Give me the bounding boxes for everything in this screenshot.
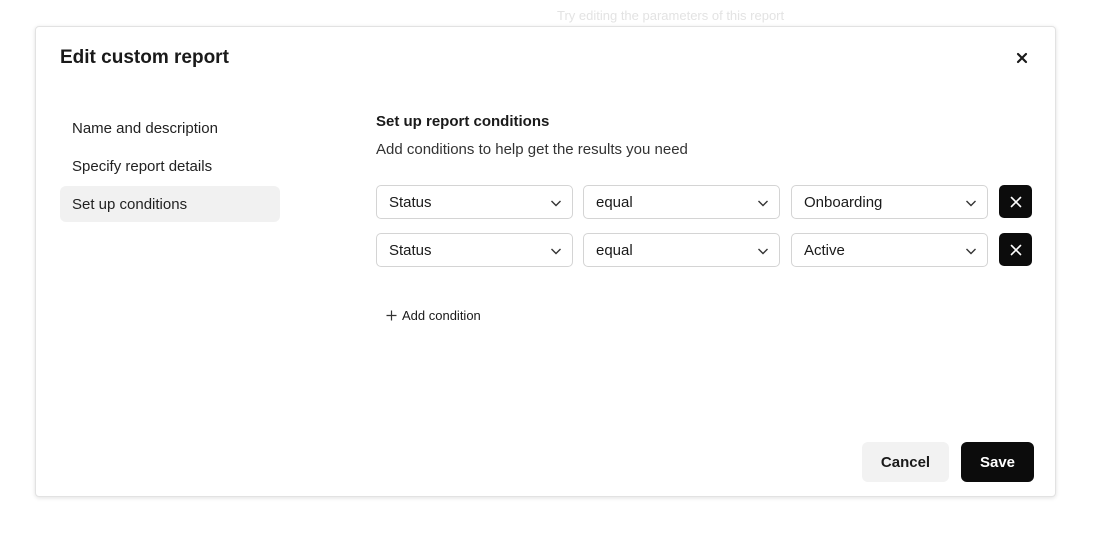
nav-item-label: Name and description [72, 119, 218, 137]
chevron-down-icon [551, 200, 561, 207]
nav-item-name-description[interactable]: Name and description [60, 110, 280, 146]
select-value: Active [804, 241, 845, 259]
select-value: equal [596, 241, 633, 259]
nav-item-label: Set up conditions [72, 195, 188, 213]
save-button[interactable]: Save [961, 442, 1034, 482]
close-icon [1010, 244, 1021, 255]
background-hint-text: Try editing the parameters of this repor… [557, 8, 785, 23]
select-value: Onboarding [804, 193, 883, 211]
chevron-down-icon [758, 248, 768, 255]
chevron-down-icon [966, 248, 976, 255]
section-title: Set up report conditions [376, 113, 550, 130]
condition-row: Status equal Active [376, 233, 1036, 267]
remove-condition-button[interactable] [999, 185, 1032, 218]
sidebar-nav: Name and description Specify report deta… [60, 110, 280, 224]
close-icon [1016, 52, 1028, 64]
add-condition-label: Add condition [402, 308, 481, 323]
cancel-button[interactable]: Cancel [862, 442, 949, 482]
field-select[interactable]: Status [376, 185, 573, 219]
section-description: Add conditions to help get the results y… [376, 141, 688, 158]
value-select[interactable]: Active [791, 233, 988, 267]
close-icon [1010, 196, 1021, 207]
operator-select[interactable]: equal [583, 233, 780, 267]
select-value: Status [389, 241, 432, 259]
nav-item-report-details[interactable]: Specify report details [60, 148, 280, 184]
condition-row: Status equal Onboarding [376, 185, 1036, 219]
conditions-panel: Set up report conditions Add conditions … [376, 112, 1036, 323]
chevron-down-icon [966, 200, 976, 207]
select-value: Status [389, 193, 432, 211]
dialog-title: Edit custom report [60, 47, 229, 68]
nav-item-label: Specify report details [72, 157, 213, 175]
chevron-down-icon [758, 200, 768, 207]
remove-condition-button[interactable] [999, 233, 1032, 266]
nav-item-conditions[interactable]: Set up conditions [60, 186, 280, 222]
field-select[interactable]: Status [376, 233, 573, 267]
select-value: equal [596, 193, 633, 211]
close-button[interactable] [1012, 48, 1032, 68]
plus-icon [386, 310, 397, 321]
chevron-down-icon [551, 248, 561, 255]
add-condition-button[interactable]: Add condition [386, 308, 481, 323]
operator-select[interactable]: equal [583, 185, 780, 219]
edit-report-dialog: Edit custom report Name and description … [35, 26, 1056, 497]
value-select[interactable]: Onboarding [791, 185, 988, 219]
